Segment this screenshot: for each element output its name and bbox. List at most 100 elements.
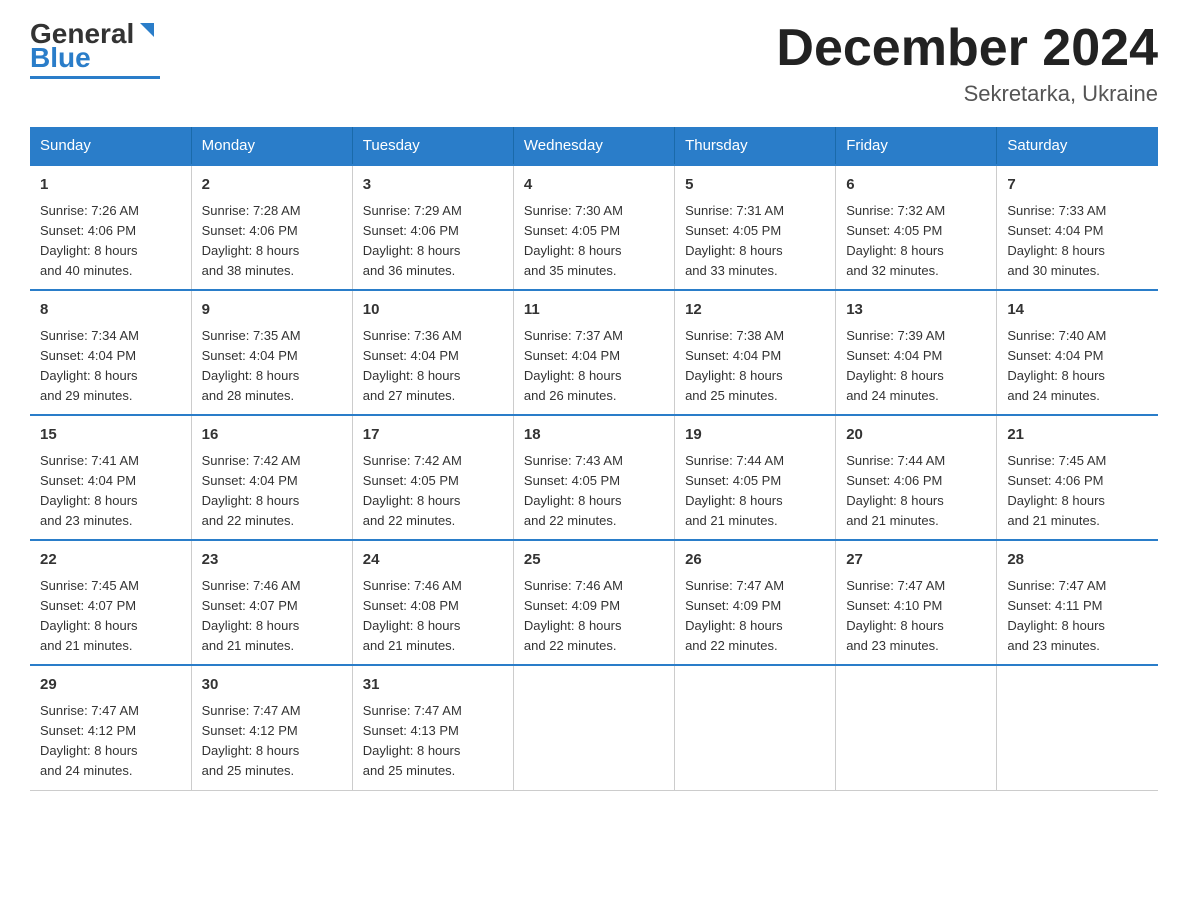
table-row: 14 Sunrise: 7:40 AM Sunset: 4:04 PM Dayl… bbox=[997, 290, 1158, 415]
table-row bbox=[513, 665, 674, 790]
day-number: 6 bbox=[846, 174, 986, 197]
day-info: Sunrise: 7:35 AM Sunset: 4:04 PM Dayligh… bbox=[202, 326, 342, 407]
day-number: 19 bbox=[685, 424, 825, 447]
day-info: Sunrise: 7:44 AM Sunset: 4:06 PM Dayligh… bbox=[846, 451, 986, 532]
day-number: 9 bbox=[202, 299, 342, 322]
day-info: Sunrise: 7:38 AM Sunset: 4:04 PM Dayligh… bbox=[685, 326, 825, 407]
table-row: 29 Sunrise: 7:47 AM Sunset: 4:12 PM Dayl… bbox=[30, 665, 191, 790]
calendar-week-row: 29 Sunrise: 7:47 AM Sunset: 4:12 PM Dayl… bbox=[30, 665, 1158, 790]
table-row: 30 Sunrise: 7:47 AM Sunset: 4:12 PM Dayl… bbox=[191, 665, 352, 790]
day-info: Sunrise: 7:26 AM Sunset: 4:06 PM Dayligh… bbox=[40, 201, 181, 282]
day-number: 20 bbox=[846, 424, 986, 447]
table-row: 24 Sunrise: 7:46 AM Sunset: 4:08 PM Dayl… bbox=[352, 540, 513, 665]
calendar-week-row: 1 Sunrise: 7:26 AM Sunset: 4:06 PM Dayli… bbox=[30, 165, 1158, 290]
day-info: Sunrise: 7:42 AM Sunset: 4:04 PM Dayligh… bbox=[202, 451, 342, 532]
day-info: Sunrise: 7:44 AM Sunset: 4:05 PM Dayligh… bbox=[685, 451, 825, 532]
table-row bbox=[997, 665, 1158, 790]
day-number: 30 bbox=[202, 674, 342, 697]
day-info: Sunrise: 7:29 AM Sunset: 4:06 PM Dayligh… bbox=[363, 201, 503, 282]
day-info: Sunrise: 7:31 AM Sunset: 4:05 PM Dayligh… bbox=[685, 201, 825, 282]
table-row: 26 Sunrise: 7:47 AM Sunset: 4:09 PM Dayl… bbox=[675, 540, 836, 665]
table-row: 28 Sunrise: 7:47 AM Sunset: 4:11 PM Dayl… bbox=[997, 540, 1158, 665]
table-row: 10 Sunrise: 7:36 AM Sunset: 4:04 PM Dayl… bbox=[352, 290, 513, 415]
logo: General Blue bbox=[30, 20, 160, 79]
day-number: 1 bbox=[40, 174, 181, 197]
calendar-week-row: 15 Sunrise: 7:41 AM Sunset: 4:04 PM Dayl… bbox=[30, 415, 1158, 540]
table-row: 15 Sunrise: 7:41 AM Sunset: 4:04 PM Dayl… bbox=[30, 415, 191, 540]
day-info: Sunrise: 7:46 AM Sunset: 4:09 PM Dayligh… bbox=[524, 576, 664, 657]
day-number: 11 bbox=[524, 299, 664, 322]
day-info: Sunrise: 7:47 AM Sunset: 4:12 PM Dayligh… bbox=[40, 701, 181, 782]
day-number: 26 bbox=[685, 549, 825, 572]
day-number: 25 bbox=[524, 549, 664, 572]
day-number: 16 bbox=[202, 424, 342, 447]
day-number: 13 bbox=[846, 299, 986, 322]
table-row: 27 Sunrise: 7:47 AM Sunset: 4:10 PM Dayl… bbox=[836, 540, 997, 665]
day-number: 21 bbox=[1007, 424, 1148, 447]
day-number: 10 bbox=[363, 299, 503, 322]
page-header: General Blue December 2024 Sekretarka, U… bbox=[30, 20, 1158, 107]
day-number: 23 bbox=[202, 549, 342, 572]
calendar-week-row: 8 Sunrise: 7:34 AM Sunset: 4:04 PM Dayli… bbox=[30, 290, 1158, 415]
table-row: 8 Sunrise: 7:34 AM Sunset: 4:04 PM Dayli… bbox=[30, 290, 191, 415]
table-row: 31 Sunrise: 7:47 AM Sunset: 4:13 PM Dayl… bbox=[352, 665, 513, 790]
day-info: Sunrise: 7:45 AM Sunset: 4:06 PM Dayligh… bbox=[1007, 451, 1148, 532]
header-thursday: Thursday bbox=[675, 127, 836, 165]
table-row: 4 Sunrise: 7:30 AM Sunset: 4:05 PM Dayli… bbox=[513, 165, 674, 290]
day-info: Sunrise: 7:32 AM Sunset: 4:05 PM Dayligh… bbox=[846, 201, 986, 282]
day-info: Sunrise: 7:37 AM Sunset: 4:04 PM Dayligh… bbox=[524, 326, 664, 407]
day-number: 17 bbox=[363, 424, 503, 447]
day-info: Sunrise: 7:47 AM Sunset: 4:09 PM Dayligh… bbox=[685, 576, 825, 657]
table-row bbox=[675, 665, 836, 790]
table-row: 2 Sunrise: 7:28 AM Sunset: 4:06 PM Dayli… bbox=[191, 165, 352, 290]
day-number: 8 bbox=[40, 299, 181, 322]
header-friday: Friday bbox=[836, 127, 997, 165]
table-row: 11 Sunrise: 7:37 AM Sunset: 4:04 PM Dayl… bbox=[513, 290, 674, 415]
table-row: 9 Sunrise: 7:35 AM Sunset: 4:04 PM Dayli… bbox=[191, 290, 352, 415]
table-row: 7 Sunrise: 7:33 AM Sunset: 4:04 PM Dayli… bbox=[997, 165, 1158, 290]
day-number: 29 bbox=[40, 674, 181, 697]
calendar-subtitle: Sekretarka, Ukraine bbox=[776, 81, 1158, 107]
day-number: 27 bbox=[846, 549, 986, 572]
table-row: 12 Sunrise: 7:38 AM Sunset: 4:04 PM Dayl… bbox=[675, 290, 836, 415]
day-info: Sunrise: 7:47 AM Sunset: 4:11 PM Dayligh… bbox=[1007, 576, 1148, 657]
day-info: Sunrise: 7:42 AM Sunset: 4:05 PM Dayligh… bbox=[363, 451, 503, 532]
table-row: 22 Sunrise: 7:45 AM Sunset: 4:07 PM Dayl… bbox=[30, 540, 191, 665]
day-number: 31 bbox=[363, 674, 503, 697]
table-row: 23 Sunrise: 7:46 AM Sunset: 4:07 PM Dayl… bbox=[191, 540, 352, 665]
day-info: Sunrise: 7:34 AM Sunset: 4:04 PM Dayligh… bbox=[40, 326, 181, 407]
logo-blue-text: Blue bbox=[30, 44, 91, 72]
table-row: 3 Sunrise: 7:29 AM Sunset: 4:06 PM Dayli… bbox=[352, 165, 513, 290]
calendar-title: December 2024 bbox=[776, 20, 1158, 77]
table-row: 19 Sunrise: 7:44 AM Sunset: 4:05 PM Dayl… bbox=[675, 415, 836, 540]
day-number: 18 bbox=[524, 424, 664, 447]
day-info: Sunrise: 7:46 AM Sunset: 4:07 PM Dayligh… bbox=[202, 576, 342, 657]
day-number: 14 bbox=[1007, 299, 1148, 322]
day-info: Sunrise: 7:39 AM Sunset: 4:04 PM Dayligh… bbox=[846, 326, 986, 407]
table-row bbox=[836, 665, 997, 790]
header-tuesday: Tuesday bbox=[352, 127, 513, 165]
day-info: Sunrise: 7:47 AM Sunset: 4:13 PM Dayligh… bbox=[363, 701, 503, 782]
day-info: Sunrise: 7:28 AM Sunset: 4:06 PM Dayligh… bbox=[202, 201, 342, 282]
calendar-week-row: 22 Sunrise: 7:45 AM Sunset: 4:07 PM Dayl… bbox=[30, 540, 1158, 665]
day-number: 22 bbox=[40, 549, 181, 572]
header-monday: Monday bbox=[191, 127, 352, 165]
table-row: 21 Sunrise: 7:45 AM Sunset: 4:06 PM Dayl… bbox=[997, 415, 1158, 540]
header-wednesday: Wednesday bbox=[513, 127, 674, 165]
day-info: Sunrise: 7:43 AM Sunset: 4:05 PM Dayligh… bbox=[524, 451, 664, 532]
table-row: 18 Sunrise: 7:43 AM Sunset: 4:05 PM Dayl… bbox=[513, 415, 674, 540]
title-area: December 2024 Sekretarka, Ukraine bbox=[776, 20, 1158, 107]
day-number: 15 bbox=[40, 424, 181, 447]
table-row: 17 Sunrise: 7:42 AM Sunset: 4:05 PM Dayl… bbox=[352, 415, 513, 540]
day-number: 28 bbox=[1007, 549, 1148, 572]
day-number: 3 bbox=[363, 174, 503, 197]
calendar-table: Sunday Monday Tuesday Wednesday Thursday… bbox=[30, 127, 1158, 790]
day-number: 12 bbox=[685, 299, 825, 322]
table-row: 25 Sunrise: 7:46 AM Sunset: 4:09 PM Dayl… bbox=[513, 540, 674, 665]
day-info: Sunrise: 7:40 AM Sunset: 4:04 PM Dayligh… bbox=[1007, 326, 1148, 407]
day-info: Sunrise: 7:47 AM Sunset: 4:10 PM Dayligh… bbox=[846, 576, 986, 657]
header-saturday: Saturday bbox=[997, 127, 1158, 165]
logo-underline bbox=[30, 76, 160, 79]
day-number: 5 bbox=[685, 174, 825, 197]
day-number: 2 bbox=[202, 174, 342, 197]
